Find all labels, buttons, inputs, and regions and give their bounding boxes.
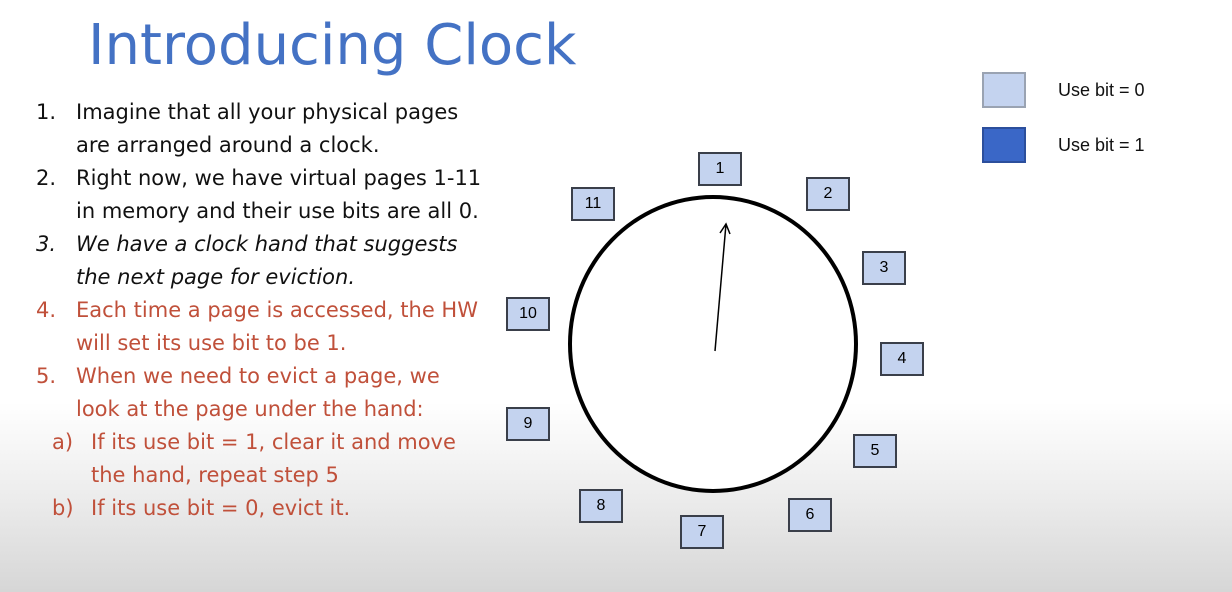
page-box-8: 8 [579, 489, 623, 523]
legend-swatch-light [982, 72, 1026, 108]
step-number: 3. [36, 232, 57, 256]
substep-letter: b) [52, 496, 74, 520]
clock-hand-arrow [714, 222, 731, 352]
legend-use-bit-1: Use bit = 1 [982, 127, 1145, 163]
substep-text: If its use bit = 1, clear it and move th… [91, 430, 456, 487]
substep-letter: a) [52, 430, 74, 454]
step-number: 1. [36, 100, 57, 124]
step-item: 2. Right now, we have virtual pages 1-11… [36, 162, 486, 228]
page-box-7: 7 [680, 515, 724, 549]
page-box-4: 4 [880, 342, 924, 376]
legend-label: Use bit = 1 [1058, 134, 1145, 155]
page-box-10: 10 [506, 297, 550, 331]
substep-text: If its use bit = 0, evict it. [91, 496, 351, 520]
step-text: Right now, we have virtual pages 1-11 in… [76, 166, 482, 223]
substep-item: a) If its use bit = 1, clear it and move… [52, 426, 486, 492]
legend-swatch-dark [982, 127, 1026, 163]
legend-use-bit-0: Use bit = 0 [982, 72, 1145, 108]
step-text: Imagine that all your physical pages are… [76, 100, 459, 157]
step-number: 5. [36, 364, 57, 388]
slide-title: Introducing Clock [88, 13, 577, 78]
page-box-2: 2 [806, 177, 850, 211]
page-box-9: 9 [506, 407, 550, 441]
legend-label: Use bit = 0 [1058, 79, 1145, 100]
step-text: Each time a page is accessed, the HW wil… [76, 298, 478, 355]
step-item: 3. We have a clock hand that suggests th… [36, 228, 486, 294]
substeps-list: a) If its use bit = 1, clear it and move… [36, 426, 486, 525]
step-item: 4. Each time a page is accessed, the HW … [36, 294, 486, 360]
page-box-11: 11 [571, 187, 615, 221]
page-box-3: 3 [862, 251, 906, 285]
step-number: 4. [36, 298, 57, 322]
step-text: We have a clock hand that suggests the n… [76, 232, 458, 289]
step-number: 2. [36, 166, 57, 190]
steps-list: 1. Imagine that all your physical pages … [36, 96, 486, 525]
step-item: 5. When we need to evict a page, we look… [36, 360, 486, 426]
substep-item: b) If its use bit = 0, evict it. [52, 492, 486, 525]
page-box-6: 6 [788, 498, 832, 532]
substeps-container: a) If its use bit = 1, clear it and move… [36, 426, 486, 525]
step-item: 1. Imagine that all your physical pages … [36, 96, 486, 162]
page-box-1: 1 [698, 152, 742, 186]
page-box-5: 5 [853, 434, 897, 468]
step-text: When we need to evict a page, we look at… [76, 364, 440, 421]
